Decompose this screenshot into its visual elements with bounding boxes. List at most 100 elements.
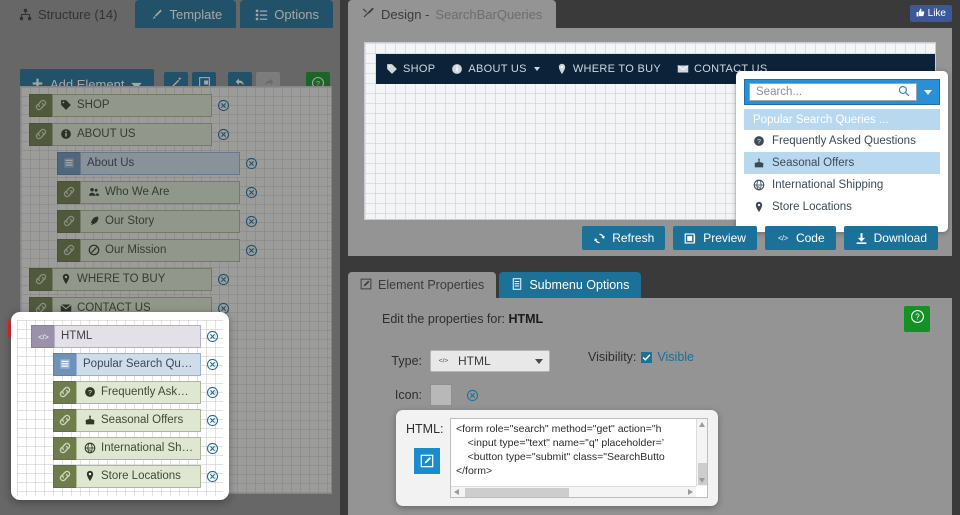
link-icon[interactable] [53,380,76,404]
delete-item-icon[interactable] [240,244,262,257]
tree-item-label-wrap[interactable]: SHOP [52,93,212,117]
visibility-checkbox[interactable] [641,351,653,363]
app-window: Structure (14) Template Options Add Elem… [0,0,960,515]
link-icon[interactable] [57,180,80,204]
link-icon[interactable] [53,464,76,488]
nav-item-label: WHERE TO BUY [572,63,661,75]
tree-item-label-wrap[interactable]: HTML [54,324,201,348]
delete-item-icon[interactable] [201,358,223,371]
delete-item-icon[interactable] [201,470,223,483]
menu-icon[interactable] [53,352,76,376]
type-select-value: HTML [458,354,491,368]
link-icon[interactable] [29,93,52,117]
tree-item-label-wrap[interactable]: Store Locations [76,464,201,488]
delete-item-icon[interactable] [240,157,262,170]
tree-item[interactable]: Who We Are [21,180,331,204]
refresh-icon [593,232,606,245]
link-icon[interactable] [53,436,76,460]
link-icon[interactable] [57,238,80,262]
tab-structure[interactable]: Structure (14) [4,0,132,28]
dropdown-item[interactable]: Seasonal Offers [744,152,940,174]
search-dropdown-toggle[interactable] [917,80,939,104]
link-icon[interactable] [53,408,76,432]
tree-item[interactable]: International Shipping [17,436,223,460]
nav-item[interactable]: SHOP [386,63,435,75]
svg-text:</>: </> [38,332,49,341]
delete-item-icon[interactable] [240,186,262,199]
code-icon[interactable]: </> [31,324,54,348]
tab-design[interactable]: Design - SearchBarQueries [348,0,557,28]
dropdown-item[interactable]: ? Frequently Asked Questions [744,130,940,152]
tab-element-properties[interactable]: Element Properties [348,272,497,298]
icon-picker[interactable] [430,384,452,406]
tab-element-properties-label: Element Properties [378,278,485,292]
tree-item-label-wrap[interactable]: Seasonal Offers [76,408,201,432]
tree-item-label-wrap[interactable]: About Us [80,151,240,175]
type-select[interactable]: </> HTML [430,350,550,372]
properties-help-button[interactable]: ? [904,306,930,332]
code-button[interactable]: </> Code [764,226,836,250]
tree-item[interactable]: WHERE TO BUY [21,267,331,291]
link-icon[interactable] [57,209,80,233]
tree-item-label-wrap[interactable]: WHERE TO BUY [52,267,212,291]
delete-item-icon[interactable] [212,273,234,286]
tree-item[interactable]: About Us [21,151,331,175]
tab-submenu-options[interactable]: Submenu Options [499,272,642,298]
delete-item-icon[interactable] [201,442,223,455]
tree-item[interactable]: Our Mission [21,238,331,262]
delete-item-icon[interactable] [201,386,223,399]
delete-item-icon[interactable] [201,414,223,427]
refresh-button[interactable]: Refresh [582,226,666,250]
tab-options[interactable]: Options [240,0,334,28]
design-tab-title: Design - [381,6,430,22]
menu-icon[interactable] [57,151,80,175]
question-circle-icon: ? [910,309,925,329]
tree-item-label-wrap[interactable]: ABOUT US [52,122,212,146]
dropdown-item[interactable]: International Shipping [744,174,940,196]
clear-icon[interactable] [466,389,479,402]
info-circle-icon [451,63,463,75]
tag-icon [386,63,398,75]
html-edit-button[interactable] [414,448,440,474]
tree-item[interactable]: Popular Search Queries ... [17,352,223,376]
tree-item[interactable]: Seasonal Offers [17,408,223,432]
preview-icon [684,232,697,245]
envelope-icon [677,63,689,75]
globe-icon [753,179,765,191]
delete-item-icon[interactable] [201,330,223,343]
nav-item[interactable]: WHERE TO BUY [556,63,661,75]
search-input[interactable]: Search... [749,83,917,101]
tree-item[interactable]: Store Locations [17,464,223,488]
delete-item-icon[interactable] [240,215,262,228]
tree-item-label: Frequently Asked Questio... [101,386,194,398]
preview-button[interactable]: Preview [673,226,757,250]
tree-item[interactable]: Our Story [21,209,331,233]
like-button[interactable]: Like [909,5,952,22]
html-code-textarea[interactable]: <form role="search" method="get" action=… [450,418,708,498]
delete-item-icon[interactable] [212,99,234,112]
tab-template[interactable]: Template [135,0,237,28]
search-bar[interactable]: Search... [744,79,940,105]
dropdown-item[interactable]: Store Locations [744,196,940,218]
tree-item-label-wrap[interactable]: Our Story [80,209,240,233]
nav-item[interactable]: ABOUT US [451,63,540,75]
delete-item-icon[interactable] [212,128,234,141]
map-pin-icon [753,201,765,213]
design-action-bar: Refresh Preview </> Code Download [348,226,952,256]
link-icon[interactable] [29,267,52,291]
tree-item[interactable]: </> HTML [17,324,223,348]
tree-item-label-wrap[interactable]: International Shipping [76,436,201,460]
tree-item-label-wrap[interactable]: Our Mission [80,238,240,262]
tree-item[interactable]: SHOP [21,93,331,117]
tree-item-label-wrap[interactable]: Who We Are [80,180,240,204]
link-icon[interactable] [29,122,52,146]
visibility-label: Visibility: [588,350,637,364]
tree-item[interactable]: ? Frequently Asked Questio... [17,380,223,404]
tree-item-label-wrap[interactable]: Popular Search Queries ... [76,352,201,376]
design-panel: SHOP ABOUT US WHERE TO BUY CONTACT US Searc… [348,28,952,256]
tree-item[interactable]: ABOUT US [21,122,331,146]
list-icon [254,7,268,21]
tree-item-label: About Us [87,157,135,169]
download-button[interactable]: Download [843,226,938,250]
tree-item-label-wrap[interactable]: ? Frequently Asked Questio... [76,380,201,404]
